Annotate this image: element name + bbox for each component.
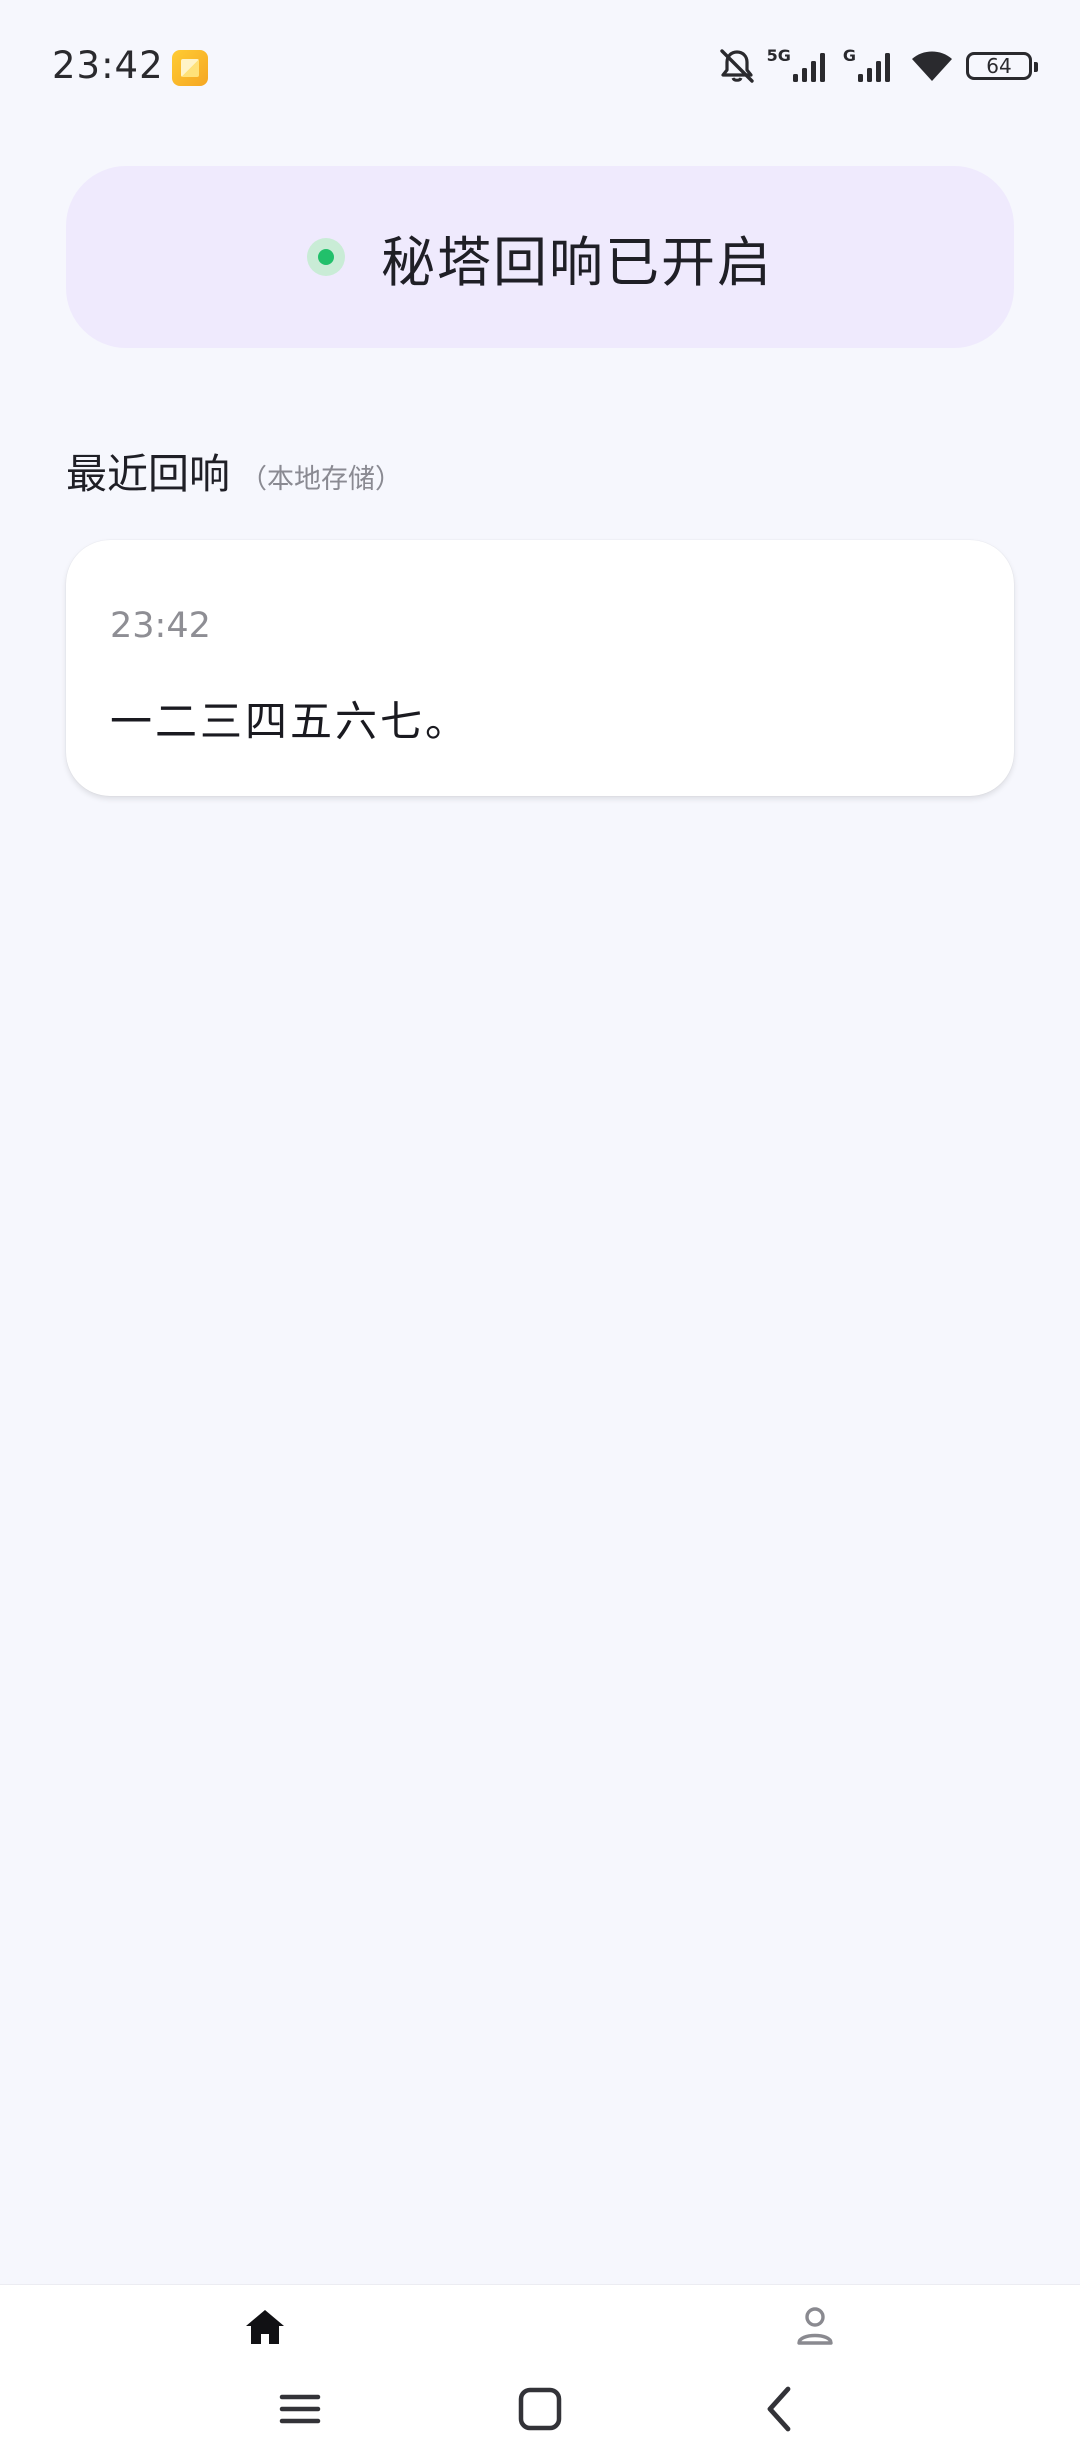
battery-level: 64 — [986, 54, 1012, 78]
echo-status-banner[interactable]: 秘塔回响已开启 — [66, 166, 1014, 348]
signal-bars-icon — [858, 53, 890, 82]
home-icon[interactable] — [243, 2307, 287, 2347]
recent-echoes-header: 最近回响 （本地存储） — [66, 440, 402, 500]
signal-bars-icon — [792, 53, 825, 82]
record-time: 23:42 — [110, 606, 211, 646]
echo-record-card[interactable]: 23:42 一二三四五六七。 — [66, 540, 1014, 796]
signal-g: G — [843, 48, 898, 84]
status-icons: 5G G 64 — [717, 44, 1038, 88]
network-type-1: 5G — [766, 46, 791, 65]
mute-bell-icon — [719, 49, 754, 83]
active-status-dot-icon — [307, 238, 345, 276]
menu-icon[interactable] — [272, 2381, 328, 2437]
back-icon[interactable] — [752, 2381, 808, 2437]
person-icon[interactable] — [795, 2305, 835, 2347]
bottom-nav — [0, 2284, 1080, 2461]
section-note: （本地存储） — [240, 464, 402, 495]
status-time: 23:42 — [52, 44, 164, 87]
section-title: 最近回响 — [66, 450, 230, 498]
wifi-icon — [912, 51, 952, 81]
record-text: 一二三四五六七。 — [110, 697, 471, 746]
echo-status-text: 秘塔回响已开启 — [381, 230, 773, 294]
notes-app-notification-icon — [172, 50, 208, 86]
home-square-icon[interactable] — [512, 2381, 568, 2437]
network-type-2: G — [842, 46, 856, 65]
signal-5g: 5G — [767, 48, 833, 84]
status-bar: 23:42 5G G 64 — [0, 0, 1080, 120]
battery-icon: 64 — [966, 52, 1038, 80]
